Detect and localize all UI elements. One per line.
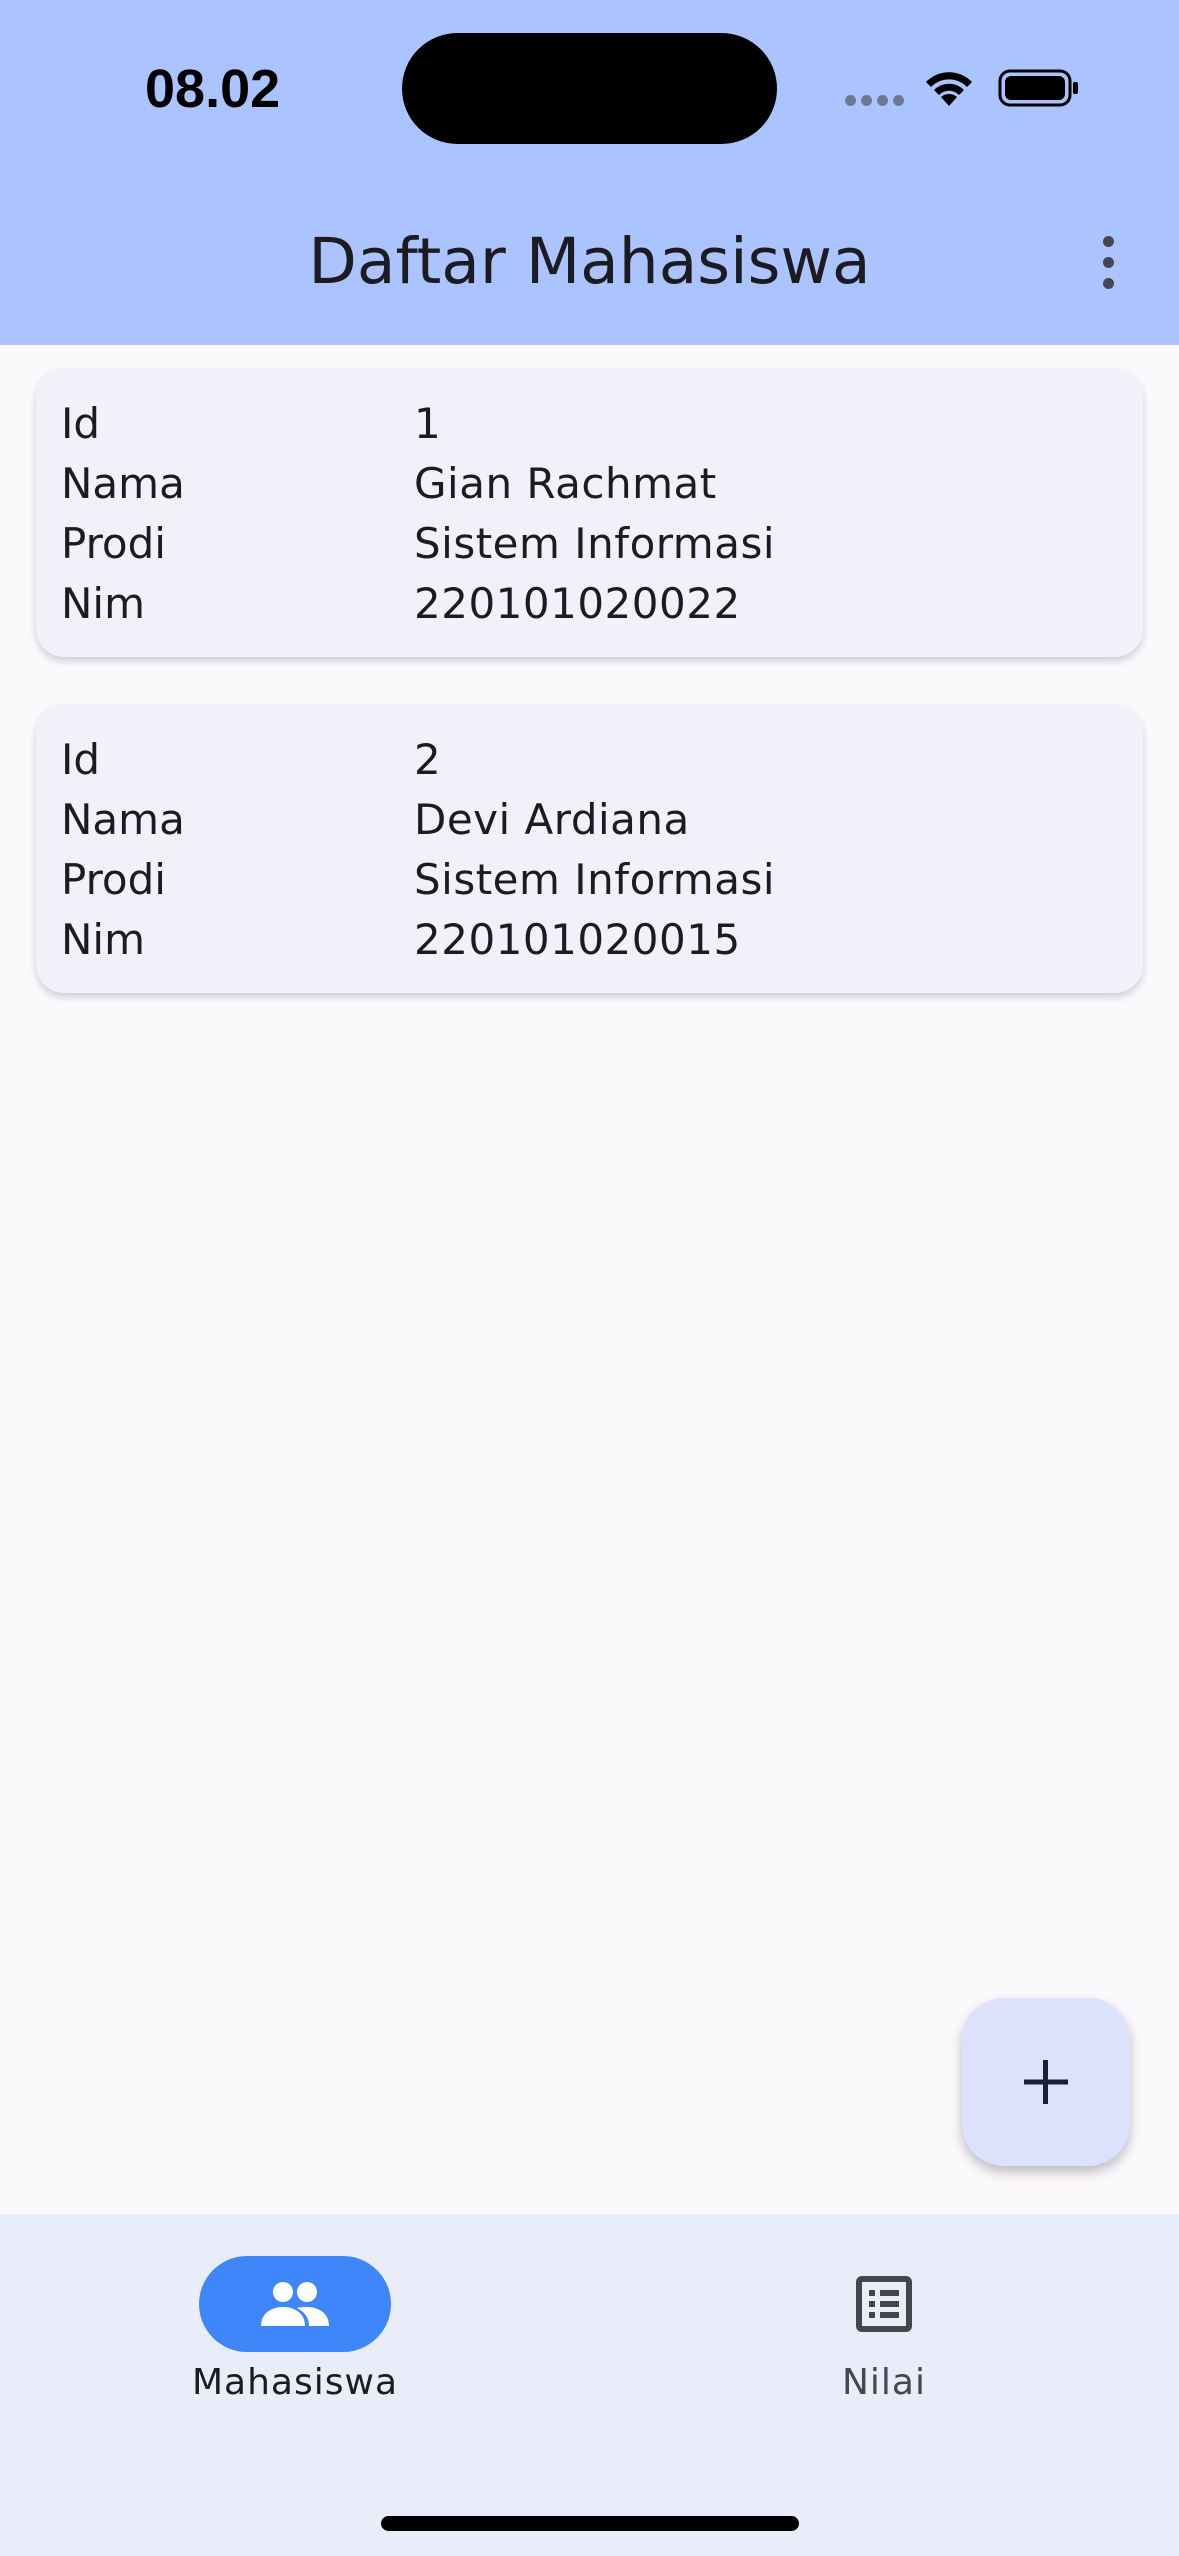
nav-label-nilai[interactable]: Nilai [764,2362,1004,2403]
field-value: 220101020015 [414,915,741,964]
field-label: Nim [61,915,145,964]
list-alt-icon [856,2276,912,2332]
field-value: 1 [414,399,442,448]
card-row-prodi: Prodi Sistem Informasi [61,855,1121,915]
card-row-id: Id 2 [61,735,1121,795]
card-row-nim: Nim 220101020015 [61,915,1121,975]
battery-icon [998,69,1078,107]
field-label: Id [61,735,101,784]
nav-item-nilai[interactable] [836,2256,932,2352]
people-icon [261,2282,329,2326]
field-value: Gian Rachmat [414,459,717,508]
field-label: Nama [61,459,185,508]
field-value: Devi Ardiana [414,795,690,844]
app-bar: 08.02 Daftar Mahasiswa [0,0,1179,345]
card-row-nama: Nama Devi Ardiana [61,795,1121,855]
field-value: 2 [414,735,442,784]
cellular-signal-icon [845,95,905,107]
home-indicator[interactable] [381,2516,799,2531]
wifi-icon [926,72,972,106]
card-row-nama: Nama Gian Rachmat [61,459,1121,519]
field-label: Id [61,399,101,448]
field-label: Prodi [61,519,166,568]
field-value: Sistem Informasi [414,855,776,904]
card-row-id: Id 1 [61,399,1121,459]
field-label: Prodi [61,855,166,904]
more-vert-icon [1102,235,1114,247]
add-student-button[interactable] [962,1998,1130,2166]
card-row-nim: Nim 220101020022 [61,579,1121,639]
screen: 08.02 Daftar Mahasiswa Id 1 Nama Gian Ra… [0,0,1179,2556]
nav-item-mahasiswa[interactable] [199,2256,391,2352]
field-value: Sistem Informasi [414,519,776,568]
nav-label-mahasiswa[interactable]: Mahasiswa [175,2362,415,2403]
status-time: 08.02 [145,59,281,119]
dynamic-island [402,33,777,144]
card-row-prodi: Prodi Sistem Informasi [61,519,1121,579]
page-title: Daftar Mahasiswa [308,225,871,298]
field-label: Nim [61,579,145,628]
field-value: 220101020022 [414,579,741,628]
field-label: Nama [61,795,185,844]
more-options-button[interactable] [1080,220,1136,304]
student-card[interactable]: Id 1 Nama Gian Rachmat Prodi Sistem Info… [36,369,1143,657]
add-icon [1024,2060,1068,2104]
student-card[interactable]: Id 2 Nama Devi Ardiana Prodi Sistem Info… [36,705,1143,993]
